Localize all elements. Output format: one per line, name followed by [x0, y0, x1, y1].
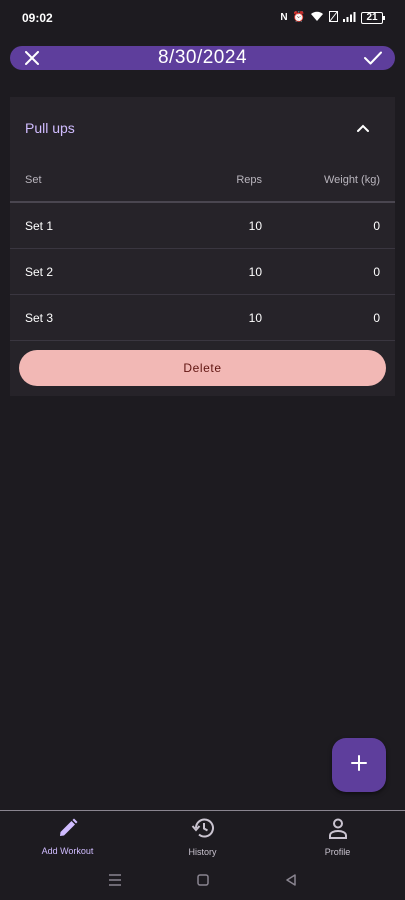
screen: 09:02 N ⏰ 21 8/30/2024 Pull ups Set Reps… — [0, 0, 405, 900]
system-navigation — [0, 860, 405, 900]
nav-label: Add Workout — [41, 846, 94, 856]
wifi-icon — [310, 11, 324, 25]
set-weight[interactable]: 0 — [262, 311, 380, 325]
set-weight[interactable]: 0 — [262, 265, 380, 279]
person-icon — [327, 817, 349, 844]
home-icon[interactable] — [195, 872, 211, 888]
exercise-name: Pull ups — [25, 120, 75, 136]
bottom-navigation: Add Workout History Profile — [0, 810, 405, 861]
set-reps[interactable]: 10 — [182, 311, 262, 325]
set-reps[interactable]: 10 — [182, 219, 262, 233]
status-time: 09:02 — [22, 11, 53, 25]
set-weight[interactable]: 0 — [262, 219, 380, 233]
set-row[interactable]: Set 3 10 0 — [10, 295, 395, 341]
set-row[interactable]: Set 1 10 0 — [10, 203, 395, 249]
set-label: Set 1 — [25, 218, 54, 233]
nav-label: History — [188, 847, 217, 857]
set-label: Set 2 — [25, 264, 54, 279]
column-set: Set — [25, 174, 42, 186]
status-bar: 09:02 N ⏰ 21 — [0, 0, 405, 36]
column-weight: Weight (kg) — [323, 174, 380, 186]
add-exercise-button[interactable] — [332, 738, 386, 792]
plus-icon — [351, 754, 367, 776]
close-icon[interactable] — [22, 48, 42, 68]
exercise-card: Pull ups Set Reps Weight (kg) Set 1 10 0… — [10, 97, 395, 396]
exercise-header[interactable]: Pull ups — [10, 97, 395, 159]
nav-history[interactable]: History — [135, 811, 270, 861]
nav-add-workout[interactable]: Add Workout — [0, 811, 135, 861]
no-sim-icon — [329, 11, 338, 25]
chevron-up-icon[interactable] — [353, 118, 373, 138]
alarm-icon: ⏰ — [292, 12, 305, 23]
column-reps: Reps — [236, 174, 262, 186]
set-row[interactable]: Set 2 10 0 — [10, 249, 395, 295]
pencil-icon — [58, 818, 78, 843]
menu-icon[interactable] — [107, 872, 123, 888]
date-title: 8/30/2024 — [157, 47, 248, 68]
back-icon[interactable] — [283, 872, 299, 888]
battery-icon: 21 — [361, 12, 385, 24]
sets-table-header: Set Reps Weight (kg) — [10, 159, 395, 203]
set-reps[interactable]: 10 — [182, 265, 262, 279]
nfc-icon: N — [280, 12, 288, 23]
set-label: Set 3 — [25, 310, 54, 325]
nav-label: Profile — [324, 847, 351, 857]
top-app-bar: 8/30/2024 — [10, 46, 395, 70]
check-icon[interactable] — [363, 48, 383, 68]
delete-button[interactable]: Delete — [19, 350, 386, 386]
nav-profile[interactable]: Profile — [270, 811, 405, 861]
status-icons: N ⏰ 21 — [280, 11, 385, 25]
signal-icon — [343, 11, 356, 25]
history-icon — [191, 817, 215, 844]
